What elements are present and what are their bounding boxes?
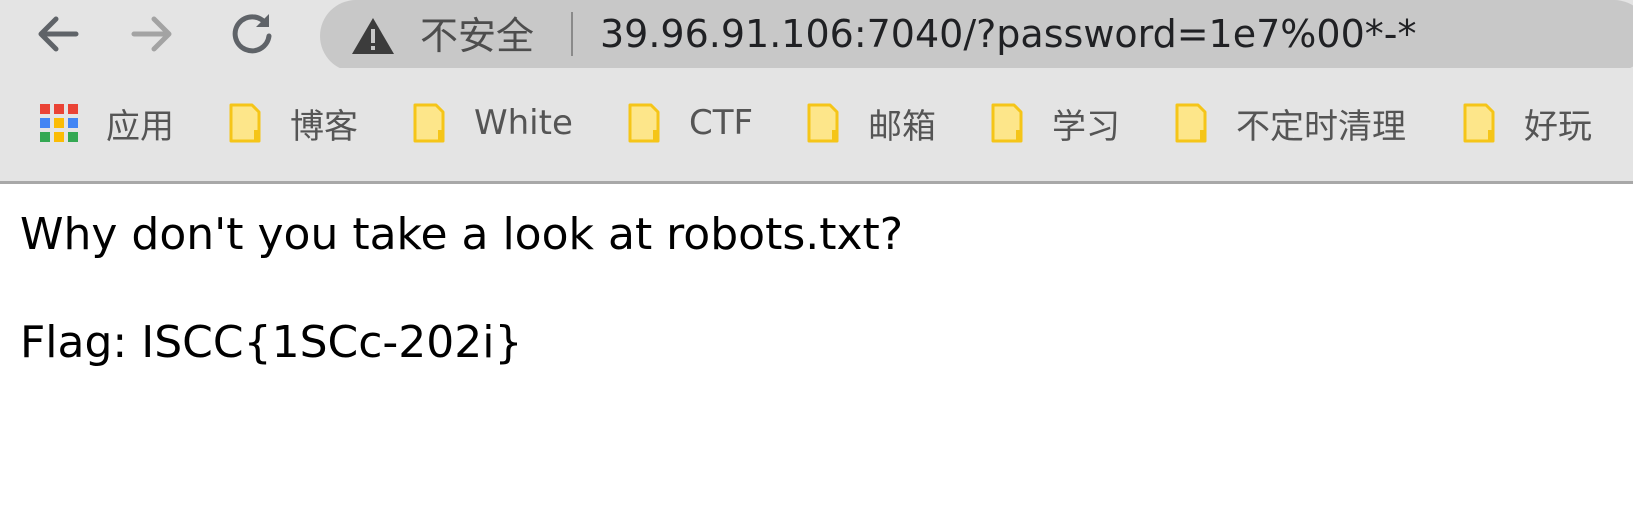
bookmark-label: 学习 [1052, 106, 1120, 147]
folder-icon [1463, 103, 1495, 143]
reload-button[interactable] [224, 6, 280, 62]
browser-toolbar: 不安全 39.96.91.106:7040/?password=1e7%00*-… [0, 0, 1633, 72]
browser-window: 不安全 39.96.91.106:7040/?password=1e7%00*-… [0, 0, 1633, 515]
bookmark-label: 邮箱 [868, 106, 936, 147]
folder-icon [413, 103, 445, 143]
arrow-right-icon [131, 16, 172, 52]
folder-icon [628, 103, 660, 143]
security-status-text[interactable]: 不安全 [420, 10, 534, 62]
bookmark-folder-mail[interactable]: 邮箱 [806, 68, 936, 178]
bookmark-folder-white[interactable]: White [412, 68, 573, 178]
bookmark-folder-fun[interactable]: 好玩 [1462, 68, 1592, 178]
bookmark-folder-study[interactable]: 学习 [990, 68, 1120, 178]
apps-grid-icon [40, 104, 78, 142]
address-bar[interactable]: 不安全 39.96.91.106:7040/?password=1e7%00*-… [320, 0, 1633, 72]
flag-text: Flag: ISCC{1SCc-202i} [20, 317, 523, 368]
bookmark-label: CTF [689, 103, 754, 143]
back-button[interactable] [30, 6, 86, 62]
bookmark-label: 应用 [106, 106, 174, 147]
omnibox-divider [571, 12, 573, 56]
folder-icon [229, 103, 261, 143]
bookmark-folder-ctf[interactable]: CTF [627, 68, 753, 178]
bookmark-label: White [474, 103, 573, 143]
bookmark-folder-cleanup[interactable]: 不定时清理 [1174, 68, 1406, 178]
warning-triangle-icon[interactable] [350, 16, 396, 56]
arrow-left-icon [38, 16, 79, 52]
folder-icon [1175, 103, 1207, 143]
folder-icon [991, 103, 1023, 143]
bookmark-folder-blog[interactable]: 博客 [228, 68, 358, 178]
bookmark-label: 博客 [290, 106, 358, 147]
folder-icon [807, 103, 839, 143]
bookmarks-bar: 应用 博客 White CTF 邮箱 学习 不定时清理 好玩 [0, 68, 1633, 184]
bookmark-apps[interactable]: 应用 [40, 68, 174, 178]
hint-text: Why don't you take a look at robots.txt? [20, 209, 904, 260]
reload-icon [232, 14, 272, 54]
url-text[interactable]: 39.96.91.106:7040/?password=1e7%00*-* [600, 8, 1416, 60]
bookmark-label: 不定时清理 [1236, 106, 1406, 147]
forward-button[interactable] [124, 6, 180, 62]
bookmark-label: 好玩 [1524, 106, 1592, 147]
